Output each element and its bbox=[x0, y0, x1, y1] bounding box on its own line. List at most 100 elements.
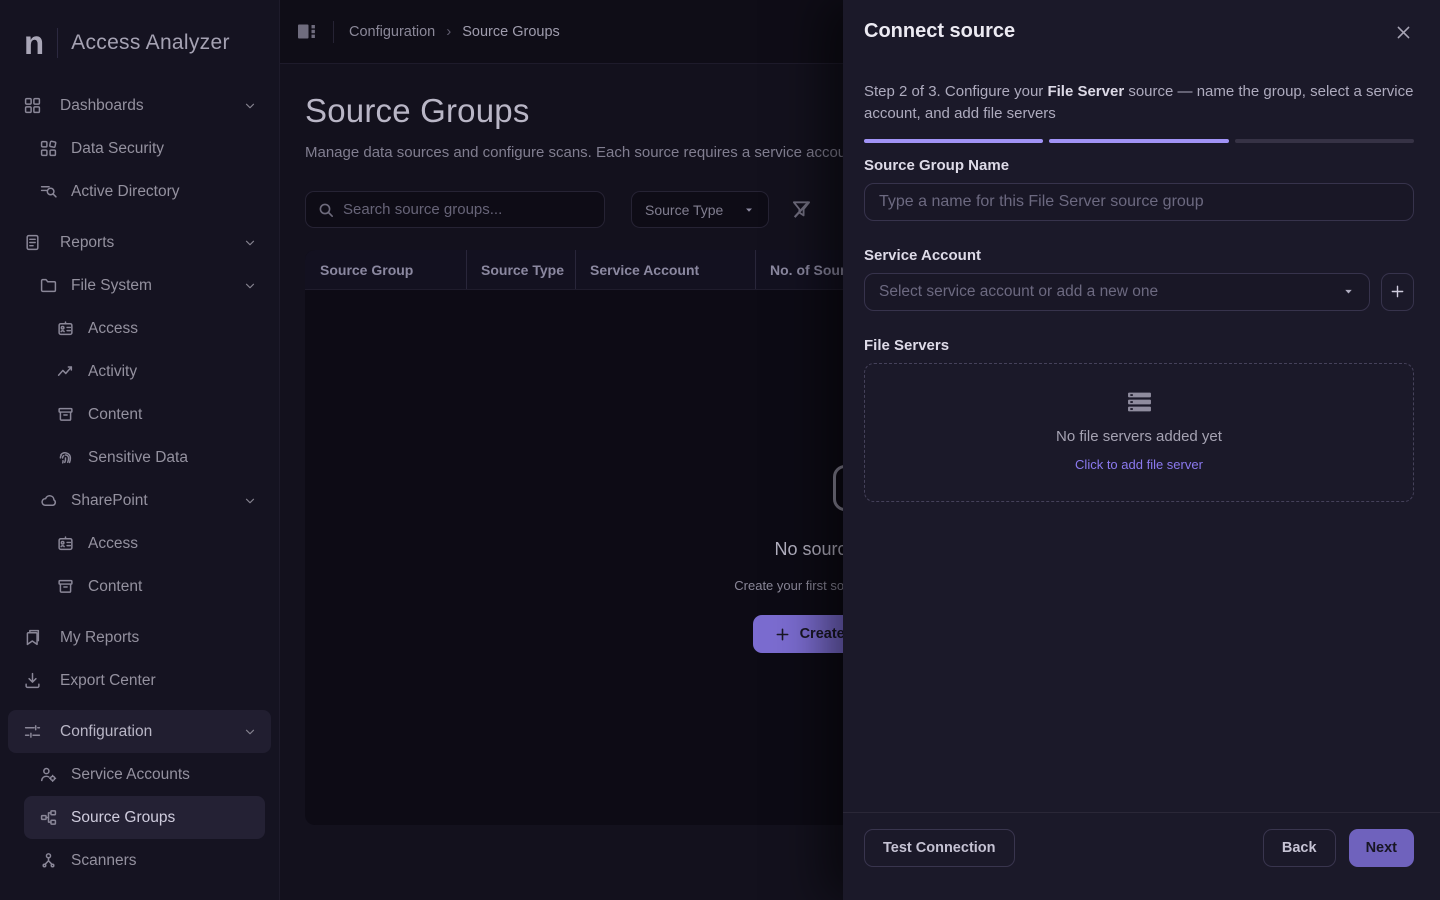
sidebar-item-label: Reports bbox=[60, 234, 114, 252]
breadcrumb: Configuration › Source Groups bbox=[349, 23, 560, 40]
service-account-select[interactable]: Select service account or add a new one bbox=[864, 273, 1370, 311]
panel-toggle-icon bbox=[297, 23, 318, 40]
sidebar-item-label: Access bbox=[88, 320, 138, 338]
chevron-down-icon bbox=[1342, 285, 1355, 298]
sidebar-item-fs-activity[interactable]: Activity bbox=[0, 350, 279, 393]
sidebar-item-sharepoint[interactable]: SharePoint bbox=[0, 479, 279, 522]
sidebar-item-data-security[interactable]: Data Security bbox=[0, 127, 279, 170]
plus-icon bbox=[775, 627, 790, 642]
activity-icon bbox=[57, 363, 74, 380]
plus-icon bbox=[1390, 284, 1405, 299]
sidebar-item-label: File System bbox=[71, 277, 152, 295]
sidebar-item-label: My Reports bbox=[60, 629, 139, 647]
chevron-down-icon bbox=[743, 204, 755, 216]
drawer-footer-actions: Back Next bbox=[1263, 829, 1414, 900]
sidebar-item-fs-sensitive-data[interactable]: Sensitive Data bbox=[0, 436, 279, 479]
server-stack-icon bbox=[1127, 392, 1152, 413]
breadcrumb-separator: › bbox=[446, 23, 451, 40]
sidebar-item-label: Dashboards bbox=[60, 97, 144, 115]
progress-segment-1 bbox=[864, 139, 1043, 143]
user-gear-icon bbox=[40, 766, 57, 783]
data-security-icon bbox=[40, 140, 57, 157]
topbar-divider bbox=[333, 21, 334, 43]
close-drawer-button[interactable] bbox=[1391, 20, 1416, 45]
sidebar-item-export-center[interactable]: Export Center bbox=[0, 659, 279, 702]
source-type-select-label: Source Type bbox=[645, 202, 723, 218]
app-name: Access Analyzer bbox=[71, 31, 230, 55]
file-servers-empty-title: No file servers added yet bbox=[1056, 428, 1222, 445]
sidebar-item-fs-access[interactable]: Access bbox=[0, 307, 279, 350]
sidebar-item-file-system[interactable]: File System bbox=[0, 264, 279, 307]
table-column-header: Source Type bbox=[466, 250, 575, 289]
sidebar-item-label: SharePoint bbox=[71, 492, 148, 510]
test-connection-button[interactable]: Test Connection bbox=[864, 829, 1015, 867]
progress-segment-2 bbox=[1049, 139, 1228, 143]
sidebar-item-sp-access[interactable]: Access bbox=[0, 522, 279, 565]
filter-off-icon bbox=[791, 199, 812, 220]
archive-icon bbox=[57, 406, 74, 423]
search-icon bbox=[318, 202, 334, 218]
file-servers-label: File Servers bbox=[864, 337, 1414, 354]
search-input[interactable] bbox=[343, 201, 592, 218]
drawer-footer: Test Connection Back Next bbox=[843, 812, 1440, 900]
source-type-select[interactable]: Source Type bbox=[631, 191, 769, 228]
sidebar-item-sp-content[interactable]: Content bbox=[0, 565, 279, 608]
file-servers-dropzone[interactable]: No file servers added yet Click to add f… bbox=[864, 363, 1414, 502]
sidebar-item-configuration[interactable]: Configuration bbox=[8, 710, 271, 753]
chevron-down-icon bbox=[243, 99, 257, 113]
step-text-bold: File Server bbox=[1047, 83, 1124, 100]
add-service-account-button[interactable] bbox=[1381, 273, 1414, 311]
chevron-down-icon bbox=[243, 725, 257, 739]
sidebar-item-label: Content bbox=[88, 578, 142, 596]
connect-source-drawer: Connect source Step 2 of 3. Configure yo… bbox=[843, 0, 1440, 900]
sidebar-item-label: Export Center bbox=[60, 672, 156, 690]
breadcrumb-source-groups: Source Groups bbox=[462, 24, 560, 40]
step-text-prefix: Step 2 of 3. Configure your bbox=[864, 83, 1047, 100]
chevron-down-icon bbox=[243, 494, 257, 508]
cloud-icon bbox=[40, 492, 57, 509]
app-root: n Access Analyzer DashboardsData Securit… bbox=[0, 0, 1440, 900]
grid-icon bbox=[24, 97, 41, 114]
archive-icon bbox=[57, 578, 74, 595]
sitemap-icon bbox=[40, 809, 57, 826]
sidebar-item-scanners[interactable]: Scanners bbox=[0, 839, 279, 882]
sidebar-toggle-button[interactable] bbox=[297, 23, 318, 40]
sidebar-item-my-reports[interactable]: My Reports bbox=[0, 616, 279, 659]
chevron-down-icon bbox=[243, 236, 257, 250]
sidebar-item-active-directory[interactable]: Active Directory bbox=[0, 170, 279, 213]
logo-divider bbox=[57, 28, 58, 58]
folder-icon bbox=[40, 277, 57, 294]
fingerprint-icon bbox=[57, 449, 74, 466]
service-account-label: Service Account bbox=[864, 247, 1414, 264]
sidebar-item-dashboards[interactable]: Dashboards bbox=[0, 84, 279, 127]
sidebar-item-reports[interactable]: Reports bbox=[0, 221, 279, 264]
service-account-row: Select service account or add a new one bbox=[864, 273, 1414, 311]
sliders-icon bbox=[24, 723, 41, 740]
chevron-down-icon bbox=[243, 279, 257, 293]
sidebar-item-label: Configuration bbox=[60, 723, 152, 741]
sidebar-menu: Dashboards Data Security Active Directory R… bbox=[0, 78, 279, 882]
back-button[interactable]: Back bbox=[1263, 829, 1336, 867]
id-badge-icon bbox=[57, 535, 74, 552]
source-group-name-label: Source Group Name bbox=[864, 157, 1414, 174]
step-description: Step 2 of 3. Configure your File Server … bbox=[864, 81, 1414, 125]
breadcrumb-configuration[interactable]: Configuration bbox=[349, 24, 435, 40]
source-group-name-input[interactable] bbox=[864, 183, 1414, 221]
sidebar-item-label: Source Groups bbox=[71, 809, 175, 827]
network-icon bbox=[40, 852, 57, 869]
document-icon bbox=[24, 234, 41, 251]
add-file-server-link[interactable]: Click to add file server bbox=[1075, 457, 1203, 472]
search-input-wrapper bbox=[305, 191, 605, 228]
service-account-select-placeholder: Select service account or add a new one bbox=[879, 283, 1158, 301]
sidebar-item-label: Scanners bbox=[71, 852, 136, 870]
sidebar-item-label: Sensitive Data bbox=[88, 449, 188, 467]
sidebar-item-fs-content[interactable]: Content bbox=[0, 393, 279, 436]
sidebar-item-service-accounts[interactable]: Service Accounts bbox=[0, 753, 279, 796]
clear-filters-button[interactable] bbox=[791, 199, 812, 220]
sidebar-item-label: Service Accounts bbox=[71, 766, 190, 784]
sidebar-item-label: Active Directory bbox=[71, 183, 180, 201]
drawer-title: Connect source bbox=[864, 20, 1015, 43]
step-progress-bar bbox=[864, 139, 1414, 143]
next-button[interactable]: Next bbox=[1349, 829, 1414, 867]
sidebar-item-source-groups[interactable]: Source Groups bbox=[24, 796, 265, 839]
